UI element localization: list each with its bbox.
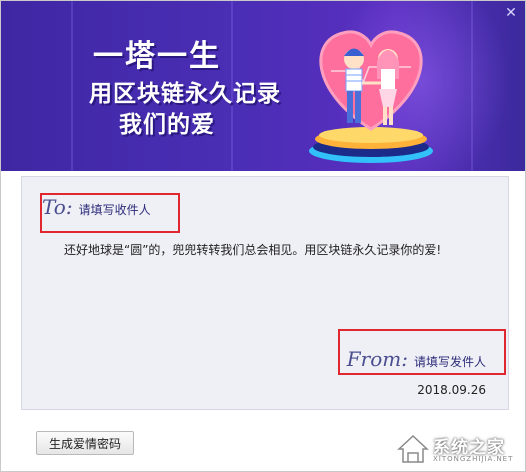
header-banner: 一塔一生 用区块链永久记录 我们的爱 ✕ (1, 1, 525, 171)
site-watermark: 系统之家 XITONGZHIJIA.NET (395, 431, 521, 467)
slogan-line-3: 我们的爱 (119, 112, 215, 138)
recipient-highlight (40, 193, 180, 233)
banner-stripe (71, 1, 73, 171)
letter-date: 2018.09.26 (417, 383, 486, 397)
watermark-url: XITONGZHIJIA.NET (433, 455, 514, 463)
close-icon[interactable]: ✕ (503, 5, 519, 21)
generate-love-code-button[interactable]: 生成爱情密码 (36, 431, 134, 455)
sender-highlight (338, 329, 506, 375)
love-message: 还好地球是“圆”的，兜兜转转我们总会相见。用区块链永久记录你的爱! (64, 243, 442, 257)
couple-heart-illustration (309, 30, 433, 163)
love-letter-window: 一塔一生 用区块链永久记录 我们的爱 ✕ To: 请填写收件人 还好地球是“圆”… (0, 0, 526, 472)
slogan-line-2: 用区块链永久记录 (89, 81, 281, 107)
slogan-line-1: 一塔一生 (93, 39, 221, 74)
letter-card: To: 请填写收件人 还好地球是“圆”的，兜兜转转我们总会相见。用区块链永久记录… (21, 176, 509, 410)
logo-house-icon (397, 434, 429, 463)
